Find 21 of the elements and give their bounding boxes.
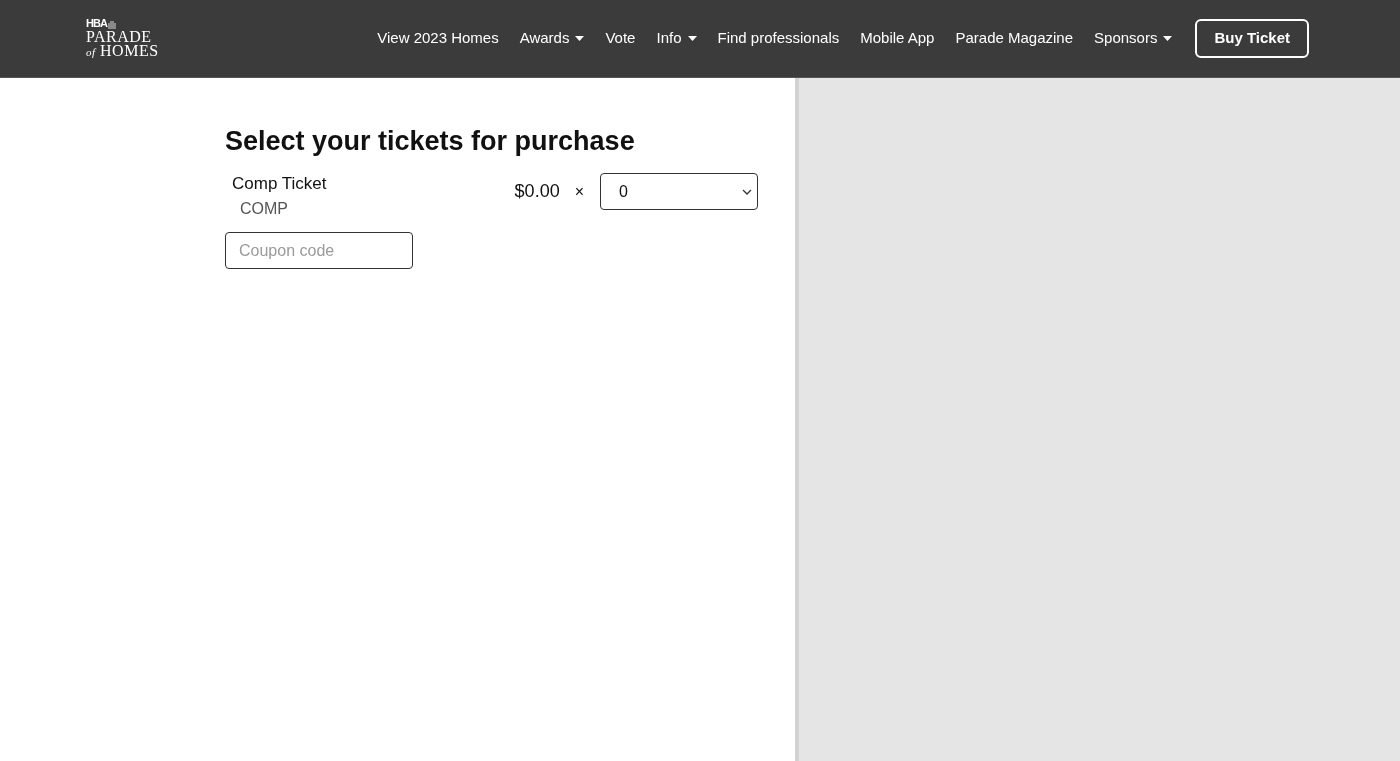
- nav-link[interactable]: Mobile App: [860, 27, 935, 50]
- nav-link[interactable]: Find professionals: [717, 27, 840, 50]
- logo-mark: HBA: [86, 18, 107, 29]
- nav-link[interactable]: View 2023 Homes: [377, 27, 499, 50]
- nav-link[interactable]: Vote: [605, 27, 636, 50]
- page-heading: Select your tickets for purchase: [225, 125, 635, 158]
- logo-title: PARADE: [86, 30, 152, 44]
- nav-dropdown[interactable]: Awards: [519, 27, 585, 50]
- logo-subtitle: of HOMES: [86, 44, 159, 59]
- building-icon: [107, 21, 116, 29]
- chevron-down-icon: [742, 188, 752, 195]
- quantity-select[interactable]: 0: [600, 173, 758, 210]
- nav-dropdown[interactable]: Info: [656, 27, 697, 50]
- nav-dropdown[interactable]: Sponsors: [1094, 27, 1173, 50]
- buy-ticket-button[interactable]: Buy Ticket: [1195, 19, 1309, 58]
- ticket-code: COMP: [240, 199, 288, 219]
- coupon-field[interactable]: Coupon code: [225, 232, 413, 269]
- ticket-name: Comp Ticket: [232, 173, 327, 195]
- nav-link[interactable]: Parade Magazine: [955, 27, 1074, 50]
- multiply-sign: ×: [574, 181, 584, 202]
- ticket-price: $0.00: [514, 180, 560, 203]
